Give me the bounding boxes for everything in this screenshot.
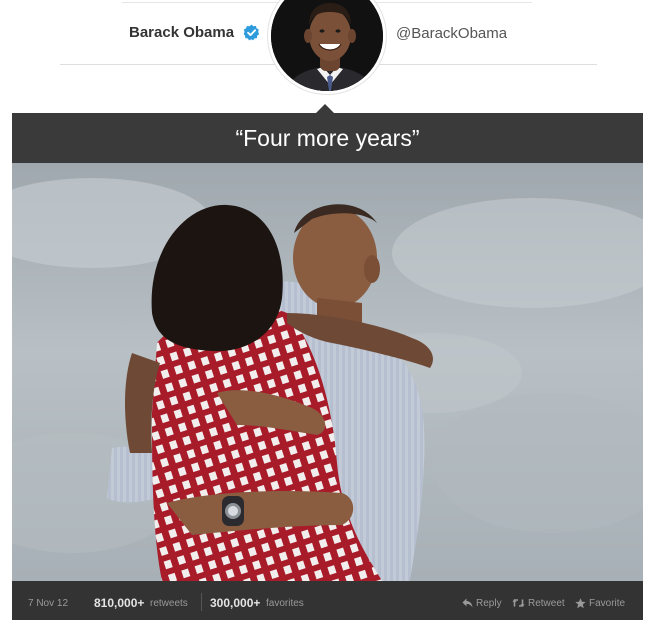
tweet-text: “Four more years” [235, 125, 420, 151]
favorite-count[interactable]: 300,000+ [210, 596, 260, 610]
author-name[interactable]: Barack Obama [129, 24, 234, 41]
verified-badge-icon [243, 24, 260, 41]
avatar[interactable] [268, 0, 386, 94]
retweet-label: Retweet [528, 597, 565, 609]
reply-button[interactable]: Reply [462, 596, 502, 610]
retweet-count-label: retweets [150, 598, 188, 609]
card-notch [316, 104, 334, 113]
retweet-count[interactable]: 810,000+ [94, 596, 144, 610]
reply-label: Reply [476, 597, 502, 609]
retweet-button[interactable]: Retweet [512, 596, 565, 610]
stats-divider [201, 593, 202, 611]
favorite-count-label: favorites [266, 598, 304, 609]
author-handle[interactable]: @BarackObama [396, 25, 507, 42]
tweet-date[interactable]: 7 Nov 12 [28, 598, 68, 609]
star-icon [575, 597, 586, 608]
couple-embracing-photo [12, 163, 643, 581]
reply-icon [462, 598, 473, 608]
favorite-label: Favorite [589, 597, 626, 609]
favorite-button[interactable]: Favorite [575, 596, 625, 610]
profile-photo [271, 0, 383, 91]
retweet-icon [512, 599, 525, 607]
tweet-photo[interactable] [12, 163, 643, 581]
